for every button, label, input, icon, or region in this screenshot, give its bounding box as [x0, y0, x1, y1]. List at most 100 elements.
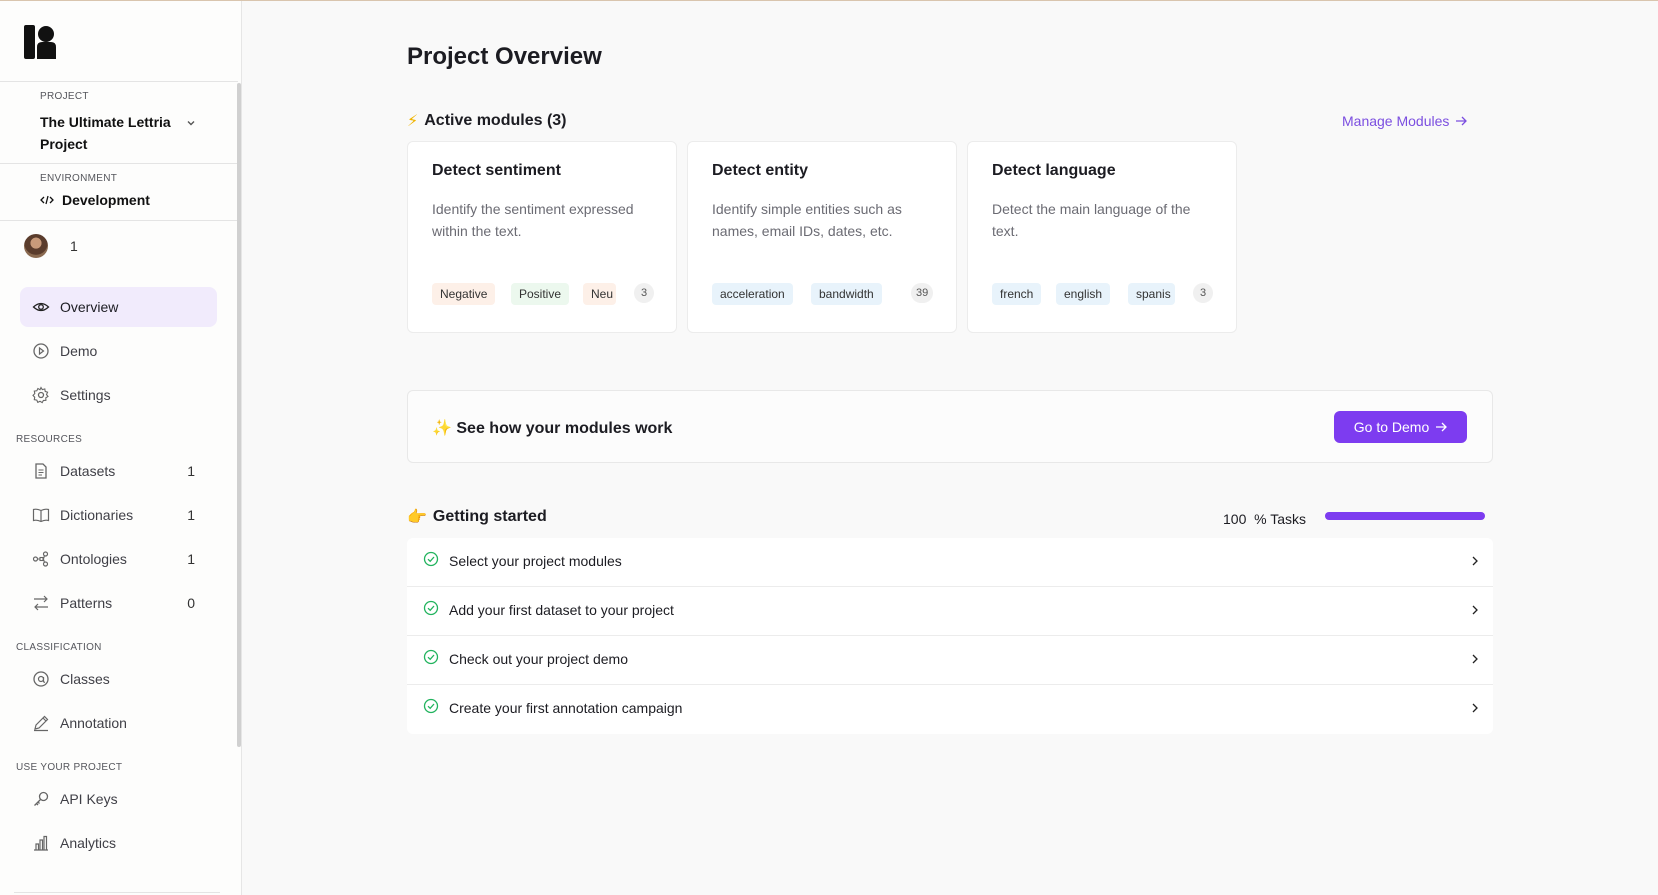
avatar[interactable] [24, 234, 48, 258]
project-selector[interactable]: The Ultimate Lettria Project [40, 111, 190, 155]
classification-caption: CLASSIFICATION [16, 642, 102, 653]
getting-started-title: Getting started [432, 508, 547, 525]
nav-count: 1 [187, 463, 195, 479]
nav-label: Ontologies [60, 551, 127, 567]
sidebar-divider [0, 163, 238, 164]
environment-caption: ENVIRONMENT [40, 173, 118, 184]
nav-item-api-keys[interactable]: API Keys [20, 779, 217, 819]
go-to-demo-label: Go to Demo [1353, 419, 1430, 435]
chevron-down-icon[interactable] [185, 117, 197, 129]
nav-count: 1 [187, 507, 195, 523]
nav-label: Classes [60, 671, 110, 687]
page-title: Project Overview [407, 43, 602, 70]
manage-modules-label: Manage Modules [1342, 113, 1450, 129]
module-card-entity[interactable]: Detect entity Identify simple entities s… [687, 141, 957, 333]
environment-name: Development [62, 192, 150, 208]
demo-banner: ✨ See how your modules work Go to Demo [407, 390, 1493, 463]
sidebar: PROJECT The Ultimate Lettria Project ENV… [0, 1, 242, 895]
nav-item-classes[interactable]: Classes [20, 659, 217, 699]
member-count: 1 [70, 238, 78, 254]
book-icon [32, 506, 50, 524]
chevron-right-icon [1472, 703, 1478, 713]
progress-value: 100 [1223, 511, 1247, 527]
nav-item-demo[interactable]: Demo [20, 331, 217, 371]
nav-item-overview[interactable]: Overview [20, 287, 217, 327]
module-tag: english [1056, 283, 1111, 305]
key-icon [32, 790, 50, 808]
nav-label: Datasets [60, 463, 116, 479]
active-modules-title: Active modules (3) [424, 112, 567, 129]
module-more-count: 39 [911, 283, 934, 303]
chevron-right-icon [1472, 605, 1478, 615]
task-row[interactable]: Create your first annotation campaign [407, 685, 1493, 734]
use-caption: USE YOUR PROJECT [16, 762, 123, 773]
module-tag: bandwidth [811, 283, 882, 305]
module-description: Identify simple entities such as names, … [712, 201, 902, 239]
module-title: Detect language [992, 162, 1116, 179]
nav-item-patterns[interactable]: Patterns 0 [20, 583, 217, 623]
nav-item-datasets[interactable]: Datasets 1 [20, 451, 217, 491]
nav-item-analytics[interactable]: Analytics [20, 823, 217, 863]
check-circle-icon [423, 600, 439, 616]
graph-icon [32, 550, 50, 568]
code-icon [40, 195, 54, 205]
progress-bar-fill [1325, 512, 1485, 520]
nav-item-ontologies[interactable]: Ontologies 1 [20, 539, 217, 579]
active-modules-heading: ⚡ Active modules (3) [407, 111, 567, 131]
nav-item-dictionaries[interactable]: Dictionaries 1 [20, 495, 217, 535]
module-tag: french [992, 283, 1042, 305]
arrow-right-icon [1456, 116, 1468, 126]
task-row[interactable]: Check out your project demo [407, 636, 1493, 685]
eye-icon [32, 298, 50, 316]
demo-banner-label: See how your modules work [456, 420, 673, 437]
main-content: Project Overview ⚡ Active modules (3) Ma… [242, 1, 1658, 895]
lightning-icon: ⚡ [407, 113, 419, 130]
task-row[interactable]: Select your project modules [407, 538, 1493, 587]
module-description: Identify the sentiment expressed within … [432, 201, 634, 239]
module-card-sentiment[interactable]: Detect sentiment Identify the sentiment … [407, 141, 677, 333]
nav-label: Settings [60, 387, 111, 403]
file-icon [32, 462, 50, 480]
nav-label: API Keys [60, 791, 118, 807]
task-row[interactable]: Add your first dataset to your project [407, 587, 1493, 636]
check-circle-icon [423, 649, 439, 665]
resources-caption: RESOURCES [16, 434, 83, 445]
go-to-demo-button[interactable]: Go to Demo [1334, 411, 1467, 443]
pointing-hand-icon: 👉 [407, 509, 427, 526]
nav-label: Demo [60, 343, 98, 359]
sparkles-icon: ✨ [432, 420, 452, 437]
getting-started-heading: 👉 Getting started [407, 507, 547, 527]
arrow-right-icon [1436, 422, 1448, 432]
nav-item-annotation[interactable]: Annotation [20, 703, 217, 743]
at-icon [32, 670, 50, 688]
nav-label: Patterns [60, 595, 113, 611]
task-label: Create your first annotation campaign [449, 700, 683, 716]
nav-item-settings[interactable]: Settings [20, 375, 217, 415]
module-card-language[interactable]: Detect language Detect the main language… [967, 141, 1237, 333]
manage-modules-link[interactable]: Manage Modules [1342, 113, 1468, 129]
task-label: Select your project modules [449, 553, 622, 569]
module-tag: spanis [1128, 283, 1175, 305]
nav-count: 1 [187, 551, 195, 567]
module-more-count: 3 [634, 283, 654, 303]
flow-icon [32, 594, 50, 612]
check-circle-icon [423, 698, 439, 714]
module-title: Detect sentiment [432, 162, 561, 179]
check-circle-icon [423, 551, 439, 567]
pencil-icon [32, 714, 50, 732]
module-tag: acceleration [712, 283, 793, 305]
module-more-count: 3 [1193, 283, 1213, 303]
sidebar-scrollbar[interactable] [237, 83, 241, 747]
lettria-logo[interactable] [24, 25, 56, 59]
module-tag: Neu [583, 283, 616, 305]
module-description: Detect the main language of the text. [992, 201, 1191, 239]
project-caption: PROJECT [40, 91, 89, 102]
chevron-right-icon [1472, 556, 1478, 566]
bar-chart-icon [32, 834, 50, 852]
demo-banner-text: ✨ See how your modules work [432, 418, 672, 438]
nav-label: Analytics [60, 835, 117, 851]
environment-selector[interactable]: Development [40, 192, 150, 208]
sidebar-divider [0, 220, 238, 221]
progress-label: 100 % Tasks [1223, 511, 1306, 527]
module-tag: Positive [511, 283, 570, 305]
